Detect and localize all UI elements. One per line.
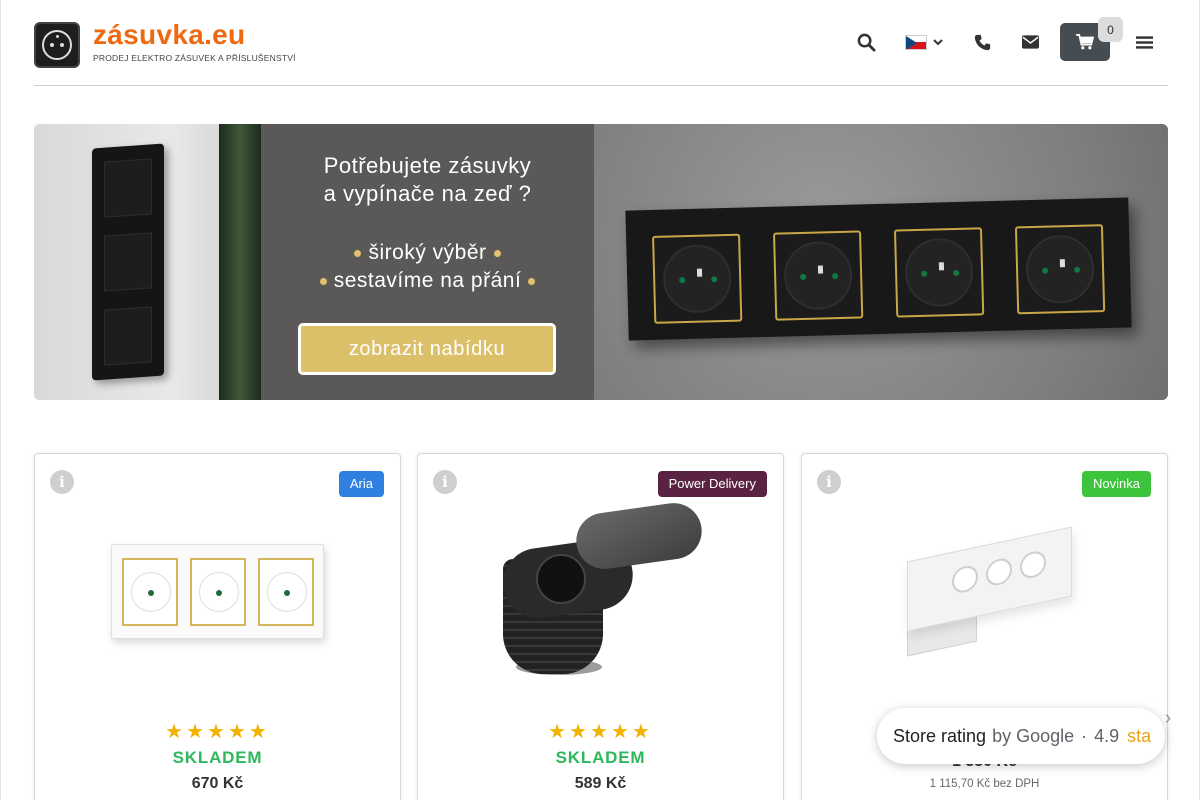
rating-provider: by Google — [992, 725, 1075, 746]
banner-cta-button[interactable]: zobrazit nabídku — [298, 323, 556, 375]
banner-socket-frame-image — [594, 124, 1168, 400]
chevron-right-icon[interactable]: › — [1153, 700, 1183, 736]
cart-icon — [1076, 34, 1094, 50]
info-icon[interactable]: i — [50, 470, 74, 494]
banner-bullet-2: sestavíme na přání — [333, 269, 522, 292]
logo-tagline: PRODEJ ELEKTRO ZÁSUVEK A PŘÍSLUŠENSTVÍ — [93, 53, 296, 63]
hamburger-menu-icon[interactable] — [1120, 22, 1168, 62]
banner-text-panel: Potřebujete zásuvky a vypínače na zeď ? … — [261, 124, 594, 400]
rating-stars: ★★★★★ — [165, 721, 270, 743]
product-price-net: 1 115,70 Kč bez DPH — [929, 778, 1040, 790]
promo-banner[interactable]: Potřebujete zásuvky a vypínače na zeď ? … — [34, 124, 1168, 400]
product-image[interactable] — [802, 504, 1167, 684]
czech-flag-icon — [905, 34, 927, 50]
google-store-rating-widget[interactable]: Store rating by Google · 4.9 sta — [877, 708, 1165, 764]
product-image[interactable] — [418, 499, 783, 684]
cart-count-badge: 0 — [1098, 17, 1123, 42]
header-actions: 0 — [842, 17, 1168, 62]
info-icon[interactable]: i — [817, 470, 841, 494]
search-icon[interactable] — [842, 22, 890, 62]
product-card[interactable]: i Aria ★★★★★ SKLADEM 670 Kč — [34, 453, 401, 800]
product-price: 670 Kč — [191, 775, 244, 792]
site-header: zásuvka.eu PRODEJ ELEKTRO ZÁSUVEK A PŘÍS… — [34, 0, 1168, 86]
banner-line-1: Potřebujete zásuvky — [323, 153, 532, 178]
rating-stars: ★★★★★ — [548, 721, 653, 743]
logo-name: zásuvka.eu — [93, 19, 246, 50]
product-badge: Novinka — [1082, 471, 1151, 497]
product-image[interactable] — [35, 504, 400, 684]
banner-bullet-1: široký výběr — [368, 241, 487, 264]
stock-status: SKLADEM — [555, 748, 646, 767]
language-selector[interactable] — [890, 22, 958, 62]
info-icon[interactable]: i — [433, 470, 457, 494]
product-badge: Power Delivery — [657, 471, 767, 497]
rating-label: Store rating — [893, 725, 987, 746]
socket-logo-icon — [34, 22, 80, 68]
page: zásuvka.eu PRODEJ ELEKTRO ZÁSUVEK A PŘÍS… — [0, 0, 1200, 800]
phone-icon[interactable] — [958, 22, 1006, 62]
product-card[interactable]: i Power Delivery ★★★★★ SKLADEM 589 Kč — [417, 453, 784, 800]
rating-stars-text: sta — [1127, 725, 1152, 746]
vertical-switch-frame-image — [92, 143, 164, 381]
product-price: 589 Kč — [574, 775, 627, 792]
cart-button[interactable]: 0 — [1060, 17, 1123, 61]
chevron-down-icon — [933, 38, 943, 45]
envelope-icon[interactable] — [1006, 22, 1054, 62]
rating-value: 4.9 — [1094, 725, 1120, 746]
product-badge: Aria — [338, 471, 384, 497]
stock-status: SKLADEM — [172, 748, 263, 767]
site-logo[interactable]: zásuvka.eu PRODEJ ELEKTRO ZÁSUVEK A PŘÍS… — [34, 19, 296, 68]
rating-separator: · — [1081, 725, 1088, 746]
banner-line-2: a vypínače na zeď ? — [323, 181, 532, 206]
